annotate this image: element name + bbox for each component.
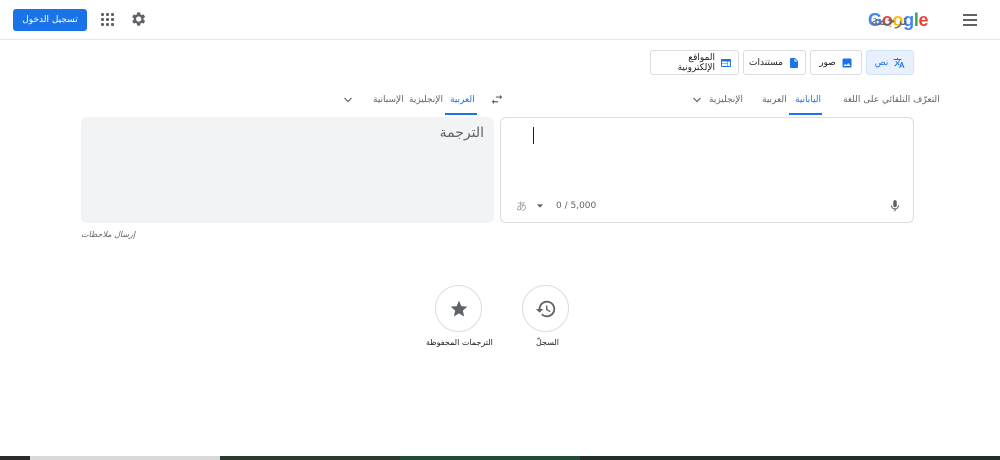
- saved-translations-label: الترجمات المحفوظة: [426, 338, 493, 347]
- mode-tab-websites-label: المواقع الإلكترونية: [677, 52, 715, 73]
- star-icon: [450, 300, 467, 316]
- sign-in-button[interactable]: تسجيل الدخول: [13, 9, 87, 31]
- mode-tab-documents-label: مستندات: [749, 57, 783, 68]
- document-icon: [789, 57, 798, 68]
- top-bar: Google ترجمة تسجيل الدخول: [0, 0, 1000, 40]
- source-lang-english[interactable]: الإنجليزية: [709, 95, 743, 105]
- history-button[interactable]: [522, 285, 569, 332]
- app-name: ترجمة: [871, 13, 907, 29]
- source-lang-japanese[interactable]: اليابانية: [795, 95, 821, 105]
- website-icon: [721, 58, 731, 67]
- history-icon: [535, 300, 555, 317]
- source-text-input[interactable]: [531, 126, 901, 186]
- target-lang-more-chevron-down-icon[interactable]: [342, 94, 354, 106]
- mode-tab-text[interactable]: نص: [866, 50, 914, 75]
- target-lang-selected-indicator: [445, 113, 477, 115]
- saved-translations-button[interactable]: [435, 285, 482, 332]
- translate-icon: [893, 57, 905, 68]
- character-count: 0 / 5,000: [556, 201, 597, 211]
- mode-tab-text-label: نص: [874, 57, 889, 68]
- google-apps-icon[interactable]: [100, 12, 116, 28]
- source-lang-more-chevron-down-icon[interactable]: [691, 94, 703, 106]
- send-feedback-link[interactable]: إرسال ملاحظات: [81, 230, 135, 239]
- target-lang-spanish[interactable]: الإسبانية: [373, 95, 404, 105]
- swap-languages-icon[interactable]: [490, 94, 504, 106]
- translation-output-panel: الترجمة: [81, 117, 494, 223]
- mode-tab-images-label: صور: [819, 57, 836, 68]
- settings-gear-icon[interactable]: [129, 10, 147, 28]
- source-lang-selected-indicator: [789, 113, 822, 115]
- mode-tab-websites[interactable]: المواقع الإلكترونية: [650, 50, 739, 75]
- translation-placeholder: الترجمة: [439, 125, 484, 141]
- text-cursor: [533, 127, 534, 144]
- target-lang-arabic[interactable]: العربية: [450, 95, 475, 105]
- mode-tab-images[interactable]: صور: [810, 50, 862, 75]
- input-tools-script-icon[interactable]: あ: [516, 200, 528, 213]
- image-icon: [842, 58, 852, 67]
- input-tools-dropdown-icon[interactable]: [536, 202, 544, 210]
- mode-tab-documents[interactable]: مستندات: [743, 50, 806, 75]
- target-lang-english[interactable]: الإنجليزية: [409, 95, 443, 105]
- source-lang-detect[interactable]: التعرّف التلقائي على اللغة: [843, 95, 940, 105]
- main-menu-icon[interactable]: [961, 12, 979, 28]
- taskbar-strip: [0, 456, 1000, 460]
- microphone-icon[interactable]: [888, 198, 902, 214]
- history-label: السجلّ: [536, 338, 560, 347]
- source-lang-arabic[interactable]: العربية: [762, 95, 787, 105]
